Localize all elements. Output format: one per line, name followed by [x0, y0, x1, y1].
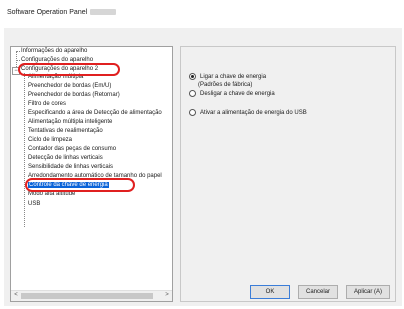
tree-item-preenchedor-retornar[interactable]: Preenchedor de bordas (Retornar)	[28, 91, 120, 100]
tree-connector	[24, 73, 25, 227]
radio-checked-icon[interactable]	[189, 73, 196, 80]
tree-item-informacoes[interactable]: Informações do aparelho	[21, 47, 87, 56]
title-bar: Software Operation Panel	[0, 0, 404, 26]
cancel-button[interactable]: Cancelar	[298, 285, 338, 299]
tree-item-deteccao-linhas[interactable]: Detecção de linhas verticais	[28, 154, 103, 163]
dialog-body: − Informações do aparelho Configurações …	[4, 28, 402, 306]
option-label: Ativar a alimentação de energia do USB	[200, 110, 307, 117]
option-usb[interactable]: Ativar a alimentação de energia do USB	[189, 109, 307, 117]
options-panel: Ligar a chave de energia (Padrões de fáb…	[180, 46, 396, 302]
settings-tree[interactable]: − Informações do aparelho Configurações …	[10, 46, 173, 302]
horizontal-scrollbar[interactable]: < >	[11, 290, 172, 301]
tree-item-alimentacao-inteligente[interactable]: Alimentação múltipla inteligente	[28, 118, 112, 127]
scroll-left-icon[interactable]: <	[12, 292, 20, 298]
tree-item-sensibilidade[interactable]: Sensibilidade de linhas verticais	[28, 163, 113, 172]
radio-icon[interactable]	[189, 109, 196, 116]
scroll-right-icon[interactable]: >	[163, 292, 171, 298]
annotation-circle	[25, 178, 135, 192]
tree-item-filtro-cores[interactable]: Filtro de cores	[28, 100, 66, 109]
radio-icon[interactable]	[189, 90, 196, 97]
option-desligar[interactable]: Desligar a chave de energia	[189, 90, 275, 98]
tree-item-contador[interactable]: Contador das peças de consumo	[28, 145, 116, 154]
tree-item-usb[interactable]: USB	[28, 200, 40, 209]
scrollbar-thumb[interactable]	[21, 293, 153, 299]
tree-connector	[16, 60, 20, 61]
annotation-circle	[18, 63, 120, 76]
option-label: Desligar a chave de energia	[200, 91, 275, 98]
tree-item-preenchedor-em[interactable]: Preenchedor de bordas (Em/U)	[28, 82, 111, 91]
ok-button[interactable]: OK	[250, 285, 290, 299]
tree-item-tentativas[interactable]: Tentativas de realimentação	[28, 127, 103, 136]
option-label: Ligar a chave de energia	[200, 74, 267, 81]
tree-connector	[16, 51, 20, 52]
tree-item-area-deteccao[interactable]: Especificando a área de Detecção de alim…	[28, 109, 162, 118]
apply-button[interactable]: Aplicar (A)	[346, 285, 390, 299]
option-sublabel: (Padrões de fábrica)	[198, 82, 253, 88]
option-ligar[interactable]: Ligar a chave de energia	[189, 73, 266, 81]
tree-content: − Informações do aparelho Configurações …	[11, 47, 172, 292]
tree-item-ciclo-limpeza[interactable]: Ciclo de limpeza	[28, 136, 72, 145]
redacted-device-name	[90, 9, 117, 16]
window-title: Software Operation Panel	[7, 9, 117, 16]
